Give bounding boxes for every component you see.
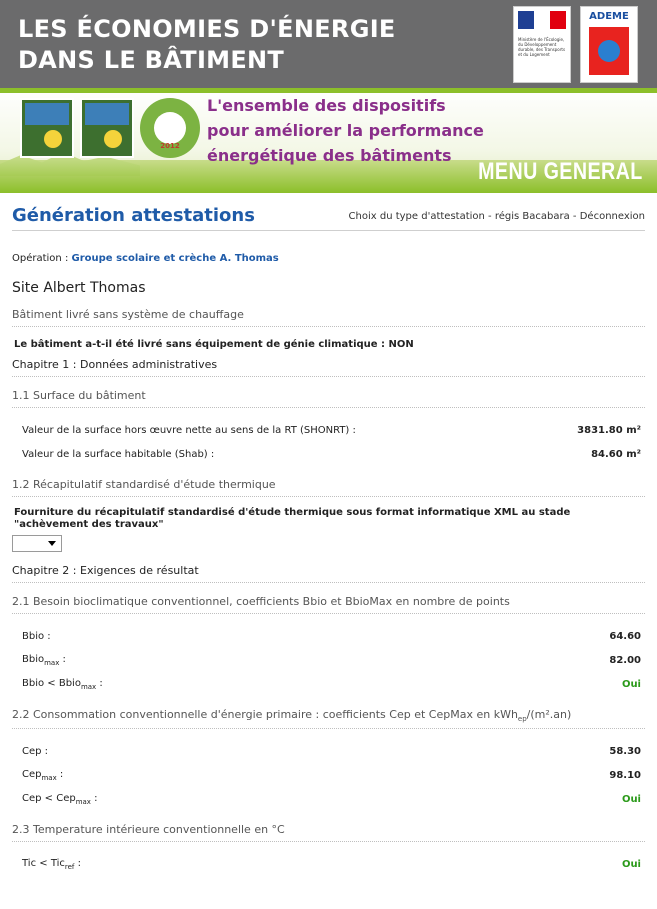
cepmax-label: Cepmax :: [22, 768, 64, 782]
page-header: Génération attestations Choix du type d'…: [12, 193, 645, 231]
xml-question: Fourniture du récapitulatif standardisé …: [14, 507, 571, 530]
cep-row: Cep : 58.30: [22, 739, 641, 763]
republique-francaise-logo: Ministère de l'Écologie, du Développemen…: [513, 6, 571, 83]
rt-badge-2: [80, 98, 134, 158]
section-delivered: Bâtiment livré sans système de chauffage: [12, 308, 645, 327]
cep-check-value: Oui: [621, 793, 641, 805]
shab-row: Valeur de la surface habitable (Shab) : …: [22, 442, 641, 466]
cep-check-label: Cep < Cepmax :: [22, 792, 98, 806]
tic-check-label: Tic < Ticref :: [22, 857, 81, 871]
tagline-line1: L'ensemble des dispositifs: [207, 96, 446, 115]
menu-general-link[interactable]: MENU GENERAL: [478, 158, 643, 186]
badge-sky: [85, 103, 129, 125]
logout-link[interactable]: Déconnexion: [580, 211, 645, 222]
section-2-2: 2.2 Consommation conventionnelle d'énerg…: [12, 708, 645, 730]
badge-sky: [25, 103, 69, 125]
tic-check-row: Tic < Ticref : Oui: [22, 852, 641, 876]
page-title: Génération attestations: [12, 205, 255, 226]
bbio-row: Bbio : 64.60: [22, 624, 641, 648]
cepmax-value: 98.10: [609, 769, 641, 781]
cep-label: Cep :: [22, 745, 49, 757]
sun-icon: [104, 130, 122, 148]
grenelle-environnement-logo: 2012: [140, 98, 200, 158]
site-name: Site Albert Thomas: [12, 280, 146, 296]
grenelle-year: 2012: [160, 142, 180, 150]
cepmax-row: Cepmax : 98.10: [22, 763, 641, 787]
tagline-line3: énergétique des bâtiments: [207, 146, 452, 165]
delivered-question: Le bâtiment a-t-il été livré sans équipe…: [14, 339, 414, 350]
chapter-2-heading: Chapitre 2 : Exigences de résultat: [12, 564, 645, 583]
grenelle-center: [154, 112, 186, 144]
shonrt-row: Valeur de la surface hors œuvre nette au…: [22, 418, 641, 442]
shab-label: Valeur de la surface habitable (Shab) :: [22, 448, 215, 460]
section-2-2-unit: /(m².an): [526, 708, 572, 721]
nav-separator: -: [488, 211, 495, 222]
section-2-3: 2.3 Temperature intérieure conventionnel…: [12, 823, 645, 843]
site-title-line1: LES ÉCONOMIES D'ÉNERGIE: [18, 15, 396, 43]
section-1-1: 1.1 Surface du bâtiment: [12, 389, 645, 408]
site-title-line2: DANS LE BÂTIMENT: [18, 46, 285, 74]
choice-attestation-link[interactable]: Choix du type d'attestation: [349, 211, 485, 222]
bbio-check-value: Oui: [621, 678, 641, 690]
bbiomax-value: 82.00: [609, 654, 641, 666]
tagline-line2: pour améliorer la performance: [207, 121, 484, 140]
shonrt-value: 3831.80 m²: [577, 424, 641, 436]
section-2-2-sub: ep: [517, 715, 527, 724]
cep-check-row: Cep < Cepmax : Oui: [22, 787, 641, 811]
rt-badge-1: [20, 98, 74, 158]
top-nav: Choix du type d'attestation - régis Baca…: [349, 211, 645, 226]
bbio-value: 64.60: [609, 630, 641, 642]
shonrt-label: Valeur de la surface hors œuvre nette au…: [22, 424, 356, 436]
shab-value: 84.60 m²: [591, 448, 641, 460]
main-content: Génération attestations Choix du type d'…: [0, 193, 657, 876]
sun-icon: [44, 130, 62, 148]
globe-icon: [598, 40, 620, 62]
operation-value[interactable]: Groupe scolaire et crèche A. Thomas: [72, 253, 279, 264]
bbio-label: Bbio :: [22, 630, 51, 642]
site-title: LES ÉCONOMIES D'ÉNERGIE DANS LE BÂTIMENT: [18, 14, 396, 76]
section-2-2-text: 2.2 Consommation conventionnelle d'énerg…: [12, 708, 518, 721]
nav-separator: -: [572, 211, 580, 222]
bbiomax-row: Bbiomax : 82.00: [22, 648, 641, 672]
section-1-2: 1.2 Récapitulatif standardisé d'étude th…: [12, 478, 645, 497]
marianne-icon: [518, 11, 566, 29]
bbio-check-row: Bbio < Bbiomax : Oui: [22, 672, 641, 696]
user-link[interactable]: régis Bacabara: [495, 211, 570, 222]
operation-label: Opération :: [12, 253, 69, 264]
bbiomax-label: Bbiomax :: [22, 653, 66, 667]
cep-value: 58.30: [609, 745, 641, 757]
tic-check-value: Oui: [621, 858, 641, 870]
chevron-down-icon: [48, 541, 56, 546]
bbio-check-label: Bbio < Bbiomax :: [22, 677, 103, 691]
section-2-1: 2.1 Besoin bioclimatique conventionnel, …: [12, 595, 645, 614]
chapter-1-heading: Chapitre 1 : Données administratives: [12, 358, 645, 377]
banner-tagline: L'ensemble des dispositifs pour améliore…: [207, 93, 484, 168]
operation-line: Opération : Groupe scolaire et crèche A.…: [12, 253, 645, 264]
hero-banner: 2012 L'ensemble des dispositifs pour amé…: [0, 88, 657, 193]
ademe-label: ADEME: [589, 11, 629, 22]
xml-select[interactable]: [12, 535, 62, 552]
ministry-text: Ministère de l'Écologie, du Développemen…: [518, 37, 566, 57]
ademe-logo: ADEME: [580, 6, 638, 83]
site-header: LES ÉCONOMIES D'ÉNERGIE DANS LE BÂTIMENT…: [0, 0, 657, 88]
